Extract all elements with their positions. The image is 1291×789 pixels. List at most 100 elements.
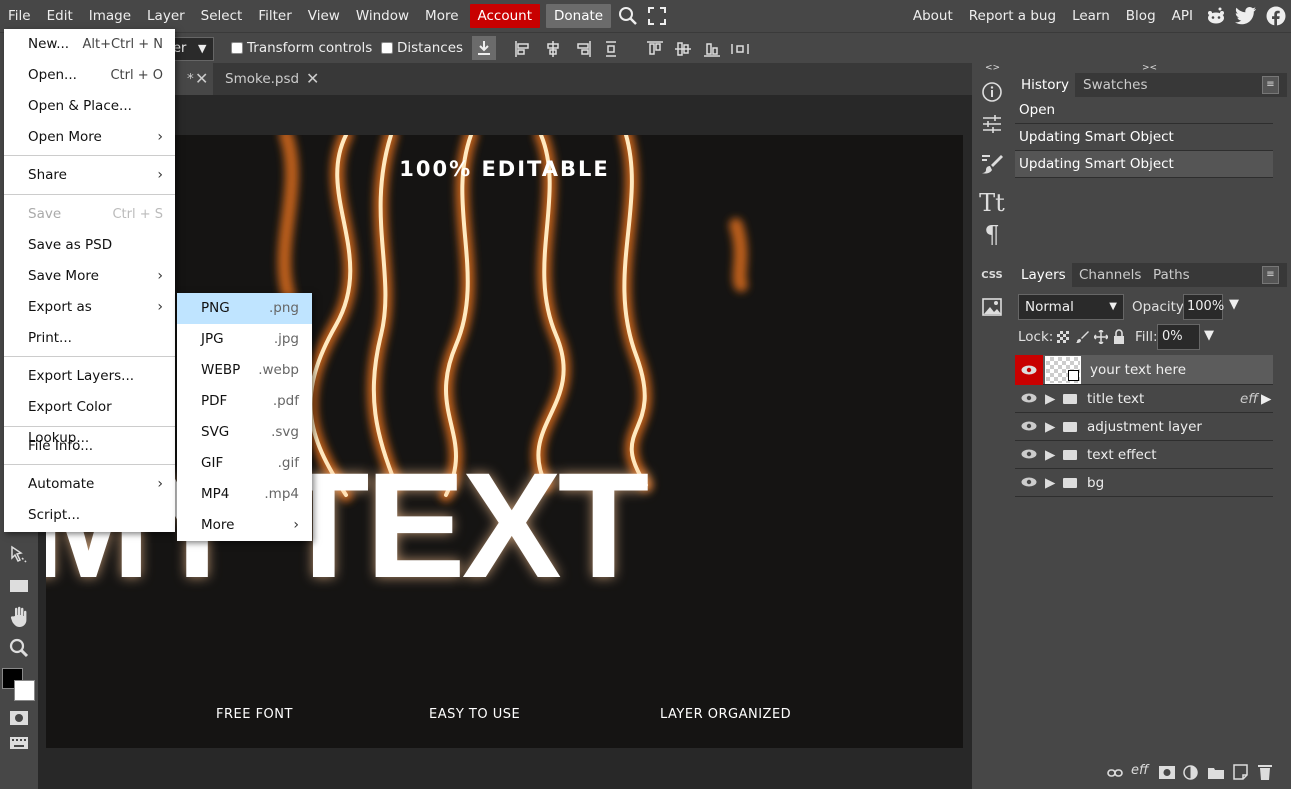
menu-item-script[interactable]: Script... <box>4 500 175 531</box>
css-icon[interactable]: CSS <box>976 259 1008 291</box>
menu-item-open-more[interactable]: Open More › <box>4 122 175 153</box>
keyboard-icon[interactable] <box>5 729 33 757</box>
adjustment-layer-icon[interactable] <box>1183 765 1198 784</box>
align-right-icon[interactable] <box>574 40 592 62</box>
expand-arrow-icon[interactable]: ▶ <box>1045 441 1055 469</box>
menu-edit[interactable]: Edit <box>39 0 81 32</box>
history-item[interactable]: Updating Smart Object <box>1015 151 1273 178</box>
menu-select[interactable]: Select <box>193 0 251 32</box>
export-webp[interactable]: WEBP .webp <box>177 355 312 386</box>
layer-row[interactable]: ▶ text effect <box>1015 441 1273 469</box>
hand-tool-icon[interactable] <box>5 603 33 631</box>
layer-row[interactable]: ▶ adjustment layer <box>1015 413 1273 441</box>
fullscreen-icon[interactable] <box>642 0 672 32</box>
adjustments-icon[interactable] <box>976 108 1008 140</box>
panel-menu-icon[interactable]: ≡ <box>1262 76 1279 94</box>
layer-row[interactable]: ▶ title text eff ▶ <box>1015 385 1273 413</box>
export-svg[interactable]: SVG .svg <box>177 417 312 448</box>
align-bottom-icon[interactable] <box>703 40 721 62</box>
expand-arrow-icon[interactable]: ▶ <box>1045 385 1055 413</box>
lock-paint-icon[interactable] <box>1075 330 1089 348</box>
mask-icon[interactable] <box>1159 766 1175 783</box>
export-png[interactable]: PNG .png <box>177 293 312 324</box>
opacity-dropdown-icon[interactable]: ▼ <box>1229 297 1239 312</box>
export-mp4[interactable]: MP4 .mp4 <box>177 479 312 510</box>
download-icon[interactable] <box>472 36 496 60</box>
menu-file[interactable]: File <box>0 0 39 32</box>
twitter-icon[interactable] <box>1231 7 1261 25</box>
history-item[interactable]: Open <box>1015 97 1273 124</box>
menu-item-new[interactable]: New... Alt+Ctrl + N <box>4 29 175 60</box>
layer-row[interactable]: your text here <box>1015 355 1273 385</box>
expand-arrow-icon[interactable]: ▶ <box>1045 469 1055 497</box>
tab-channels[interactable]: Channels <box>1073 263 1147 287</box>
align-left-icon[interactable] <box>514 40 532 62</box>
blog-link[interactable]: Blog <box>1118 8 1164 24</box>
lock-move-icon[interactable] <box>1092 328 1110 348</box>
menu-item-export-as[interactable]: Export as › <box>4 292 175 323</box>
distribute-horizontal-icon[interactable] <box>604 40 618 62</box>
collapse-arrows-icon[interactable]: <> <box>985 63 1000 73</box>
checkbox-box[interactable] <box>231 42 243 54</box>
about-link[interactable]: About <box>905 8 961 24</box>
align-top-icon[interactable] <box>646 40 664 62</box>
menu-item-save-psd[interactable]: Save as PSD <box>4 230 175 261</box>
eye-icon[interactable] <box>1021 385 1037 413</box>
quick-mask-icon[interactable] <box>5 704 33 732</box>
export-gif[interactable]: GIF .gif <box>177 448 312 479</box>
menu-item-file-info[interactable]: File Info... <box>4 431 175 462</box>
new-layer-icon[interactable] <box>1233 764 1248 784</box>
menu-item-automate[interactable]: Automate › <box>4 469 175 500</box>
type-icon[interactable]: Tt <box>976 187 1008 219</box>
image-icon[interactable] <box>976 291 1008 323</box>
align-middle-icon[interactable] <box>674 40 692 62</box>
lock-transparency-icon[interactable] <box>1057 331 1069 343</box>
tab-swatches[interactable]: Swatches <box>1077 73 1154 97</box>
menu-item-save[interactable]: Save Ctrl + S <box>4 199 175 230</box>
menu-item-print[interactable]: Print... <box>4 323 175 354</box>
account-button[interactable]: Account <box>469 4 541 28</box>
donate-button[interactable]: Donate <box>546 4 612 28</box>
close-icon[interactable]: ✕ <box>195 69 208 88</box>
opacity-input[interactable]: 100% <box>1183 294 1224 320</box>
checkbox-box[interactable] <box>381 42 393 54</box>
distribute-vertical-icon[interactable] <box>730 40 750 62</box>
menu-item-export-color-lookup[interactable]: Export Color Lookup... <box>4 392 175 446</box>
close-icon[interactable]: ✕ <box>306 69 319 88</box>
menu-more[interactable]: More <box>417 0 466 32</box>
eye-icon[interactable] <box>1021 469 1037 497</box>
menu-item-save-more[interactable]: Save More › <box>4 261 175 292</box>
menu-item-export-layers[interactable]: Export Layers... <box>4 361 175 392</box>
menu-layer[interactable]: Layer <box>139 0 193 32</box>
fill-input[interactable]: 0% <box>1157 324 1200 350</box>
zoom-tool-icon[interactable] <box>5 634 33 662</box>
menu-item-open[interactable]: Open... Ctrl + O <box>4 60 175 91</box>
transform-controls-checkbox[interactable]: Transform controls <box>231 40 372 56</box>
menu-item-share[interactable]: Share › <box>4 160 175 191</box>
report-bug-link[interactable]: Report a bug <box>961 8 1064 24</box>
history-item[interactable]: Updating Smart Object <box>1015 124 1273 151</box>
paragraph-icon[interactable]: ¶ <box>976 219 1008 251</box>
info-icon[interactable] <box>976 76 1008 108</box>
effects-icon[interactable]: eff <box>1131 763 1148 778</box>
tab-history[interactable]: History <box>1015 73 1076 97</box>
rectangle-tool-icon[interactable] <box>5 572 33 600</box>
align-center-icon[interactable] <box>544 40 562 62</box>
tab-layers[interactable]: Layers <box>1015 263 1072 287</box>
delete-layer-icon[interactable] <box>1258 764 1272 784</box>
distances-checkbox[interactable]: Distances <box>381 40 463 56</box>
lock-all-icon[interactable] <box>1113 329 1125 348</box>
menu-view[interactable]: View <box>300 0 348 32</box>
panel-menu-icon[interactable]: ≡ <box>1262 266 1279 284</box>
fill-dropdown-icon[interactable]: ▼ <box>1204 328 1214 343</box>
api-link[interactable]: API <box>1164 8 1201 24</box>
expand-arrow-icon[interactable]: ▶ <box>1045 413 1055 441</box>
link-icon[interactable] <box>1107 767 1123 782</box>
blend-mode-select[interactable]: Normal ▼ <box>1018 294 1124 320</box>
path-select-icon[interactable] <box>5 541 33 569</box>
visibility-toggle[interactable] <box>1015 355 1043 385</box>
tab-paths[interactable]: Paths <box>1147 263 1196 287</box>
facebook-icon[interactable] <box>1261 6 1291 26</box>
menu-filter[interactable]: Filter <box>250 0 299 32</box>
export-jpg[interactable]: JPG .jpg <box>177 324 312 355</box>
